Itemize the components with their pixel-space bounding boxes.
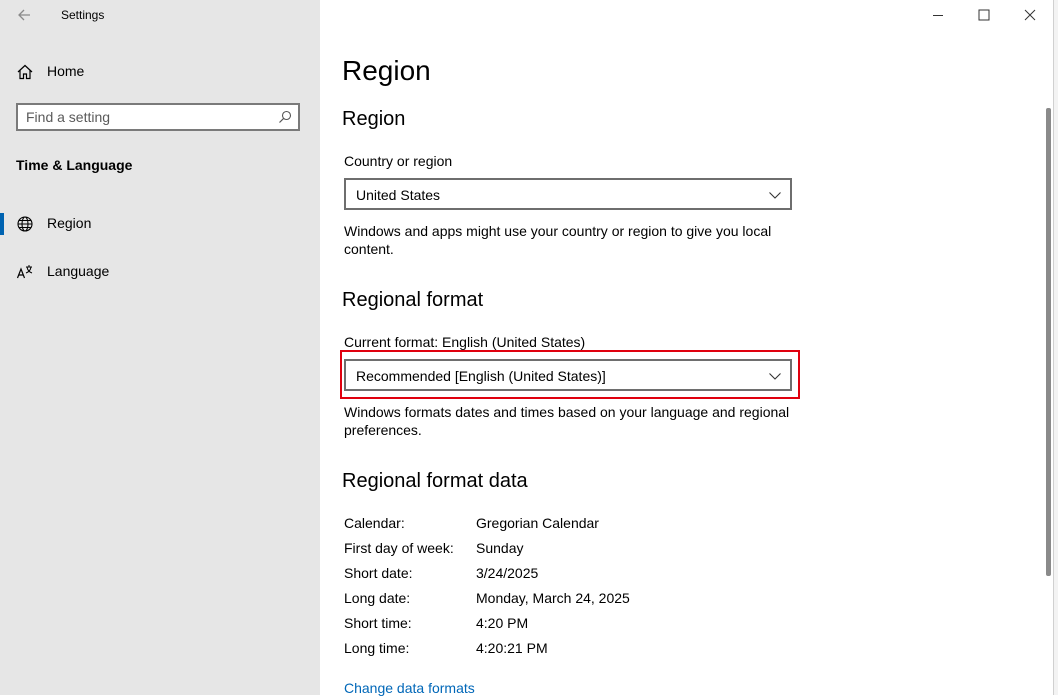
long-time-value: 4:20:21 PM — [476, 640, 548, 656]
long-time-key: Long time: — [344, 640, 410, 656]
long-date-value: Monday, March 24, 2025 — [476, 590, 630, 606]
sidebar-item-home[interactable]: Home — [0, 54, 320, 90]
close-icon — [1024, 9, 1036, 21]
maximize-button[interactable] — [972, 4, 996, 28]
sidebar-item-region[interactable]: Region — [0, 206, 320, 242]
short-time-value: 4:20 PM — [476, 615, 529, 631]
calendar-value: Gregorian Calendar — [476, 515, 599, 531]
current-format-label: Current format: English (United States) — [344, 334, 586, 350]
sidebar-item-label: Home — [47, 63, 85, 79]
search-input[interactable] — [26, 109, 266, 125]
regional-format-heading: Regional format — [342, 289, 484, 311]
background-window-edge — [1053, 0, 1058, 695]
chevron-down-icon — [769, 192, 781, 199]
search-box — [16, 103, 300, 131]
country-dropdown[interactable]: United States — [344, 178, 792, 210]
short-date-key: Short date: — [344, 565, 413, 581]
minimize-icon — [933, 15, 943, 16]
close-button[interactable] — [1018, 4, 1042, 28]
back-arrow-icon — [18, 9, 30, 21]
country-label: Country or region — [344, 153, 453, 169]
first-day-value: Sunday — [476, 540, 524, 556]
regional-format-data-heading: Regional format data — [342, 470, 528, 492]
search-icon[interactable] — [278, 110, 292, 124]
window-title: Settings — [61, 8, 105, 22]
short-time-key: Short time: — [344, 615, 412, 631]
first-day-key: First day of week: — [344, 540, 454, 556]
calendar-key: Calendar: — [344, 515, 405, 531]
sidebar-item-language[interactable]: Language — [0, 254, 320, 290]
back-button[interactable] — [14, 4, 36, 26]
regional-format-value: Recommended [English (United States)] — [356, 368, 606, 384]
sidebar-section-title: Time & Language — [16, 157, 133, 173]
globe-icon — [17, 216, 33, 232]
language-icon — [16, 265, 33, 279]
page-title: Region — [342, 55, 431, 86]
country-description: Windows and apps might use your country … — [344, 223, 772, 257]
chevron-down-icon — [769, 373, 781, 380]
sidebar-item-label: Language — [47, 263, 110, 279]
long-date-key: Long date: — [344, 590, 411, 606]
region-heading: Region — [342, 108, 406, 130]
maximize-icon — [978, 9, 990, 21]
sidebar: Settings Home Time & Language Region Lan… — [0, 0, 320, 695]
scrollbar-thumb[interactable] — [1046, 108, 1051, 576]
change-data-formats-link[interactable]: Change data formats — [344, 680, 475, 696]
minimize-button[interactable] — [926, 4, 950, 28]
sidebar-item-label: Region — [47, 215, 92, 231]
country-value: United States — [356, 187, 441, 203]
regional-format-dropdown[interactable]: Recommended [English (United States)] — [344, 359, 792, 391]
short-date-value: 3/24/2025 — [476, 565, 539, 581]
regional-format-description: Windows formats dates and times based on… — [344, 404, 790, 438]
home-icon — [17, 64, 33, 80]
